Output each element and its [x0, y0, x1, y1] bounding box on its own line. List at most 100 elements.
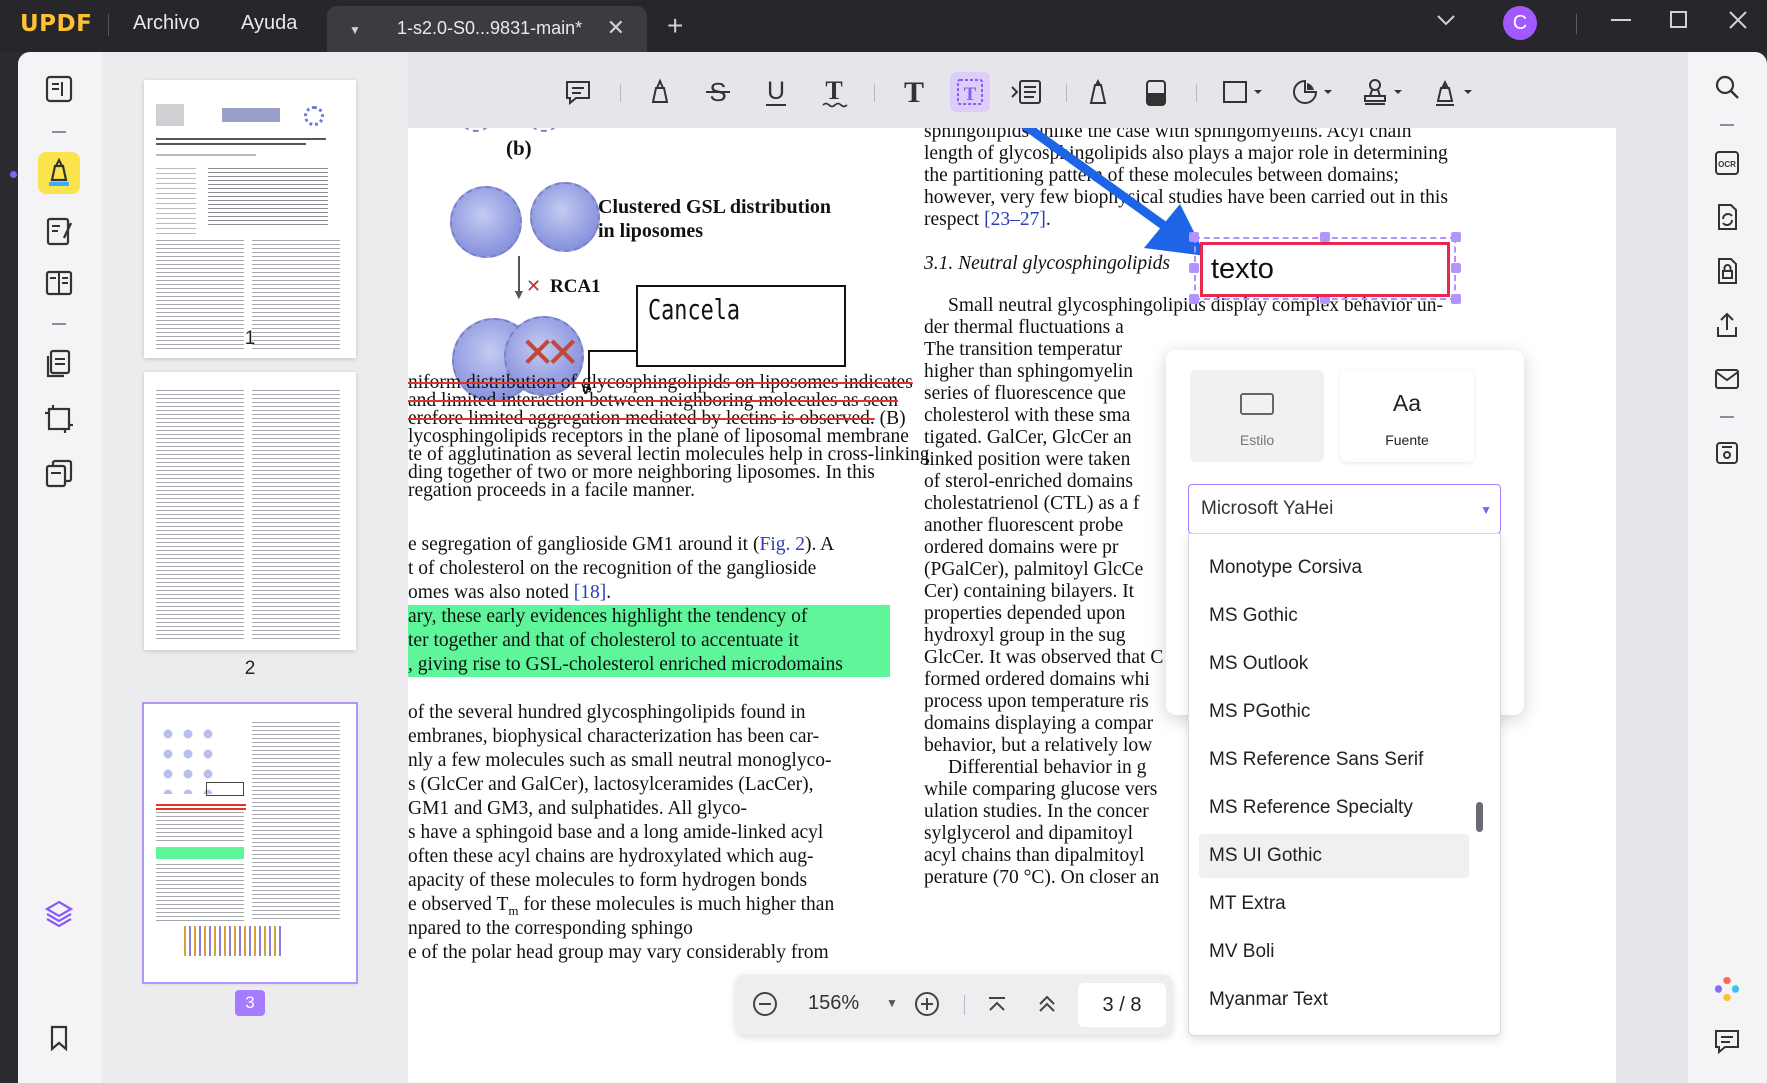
- comments-panel-button[interactable]: [1708, 1022, 1746, 1060]
- text-span: .: [606, 582, 612, 603]
- resize-handle[interactable]: [1451, 294, 1461, 304]
- resize-handle[interactable]: [1451, 263, 1461, 273]
- figure-liposome-partial: [458, 128, 494, 132]
- squiggly-tool[interactable]: T: [814, 72, 854, 112]
- callout-annotation-box[interactable]: Cancela: [636, 285, 846, 367]
- thumb-line: [156, 154, 256, 156]
- first-page-button[interactable]: [982, 989, 1012, 1019]
- thumb-mark: [304, 106, 324, 126]
- text-callout-tool[interactable]: [1006, 72, 1046, 112]
- font-option[interactable]: MS PGothic: [1199, 690, 1469, 734]
- text-line: domains displaying a compar: [924, 713, 1154, 734]
- current-page[interactable]: 3: [1103, 994, 1114, 1016]
- menu-file[interactable]: Archivo: [133, 12, 200, 35]
- ocr-button[interactable]: OCR: [1708, 144, 1746, 182]
- textbox-text[interactable]: texto: [1211, 253, 1274, 286]
- pencil-tool[interactable]: [1078, 72, 1118, 112]
- text-line: nly a few molecules such as small neutra…: [408, 750, 832, 771]
- ai-assistant-icon: [1715, 977, 1739, 1001]
- first-page-icon: [989, 997, 1005, 1011]
- resize-handle[interactable]: [1189, 263, 1199, 273]
- tab-font[interactable]: Aa Fuente: [1340, 370, 1474, 462]
- reference-link[interactable]: [18]: [574, 582, 607, 603]
- menu-help[interactable]: Ayuda: [241, 12, 297, 35]
- bookmarks-button[interactable]: [38, 1017, 80, 1059]
- share-button[interactable]: [1708, 306, 1746, 344]
- email-button[interactable]: [1708, 360, 1746, 398]
- comment-tool[interactable]: [558, 72, 598, 112]
- nav-separator: [964, 995, 965, 1015]
- shape-tool[interactable]: [1216, 72, 1268, 112]
- textbox-tool[interactable]: T: [950, 72, 990, 112]
- thumbnail-page-1[interactable]: [144, 80, 356, 358]
- font-option[interactable]: Myanmar Text: [1199, 978, 1469, 1022]
- comment-mode-button[interactable]: [38, 152, 80, 194]
- minimize-button[interactable]: [1609, 8, 1633, 38]
- protect-button[interactable]: [1708, 252, 1746, 290]
- strikethrough-tool[interactable]: S: [698, 72, 738, 112]
- search-button[interactable]: [1708, 68, 1746, 106]
- zoom-level[interactable]: 156%: [808, 992, 859, 1015]
- zoom-in-button[interactable]: [912, 989, 942, 1019]
- stamp-tool[interactable]: [1356, 72, 1408, 112]
- font-option[interactable]: MS Outlook: [1199, 642, 1469, 686]
- underline-tool[interactable]: U: [756, 72, 796, 112]
- highlighted-text-line[interactable]: ter together and that of cholesterol to …: [408, 629, 890, 654]
- text-line: of the several hundred glycosphingolipid…: [408, 702, 806, 723]
- reader-mode-button[interactable]: [38, 68, 80, 110]
- font-option[interactable]: MV Boli: [1199, 930, 1469, 974]
- text-tool[interactable]: T: [894, 72, 934, 112]
- close-window-button[interactable]: [1726, 8, 1750, 38]
- resize-handle[interactable]: [1451, 232, 1461, 242]
- thumb-figure-membrane: [184, 926, 284, 956]
- document-tab[interactable]: ▼ 1-s2.0-S0...9831-main* ✕: [327, 6, 647, 52]
- resize-handle[interactable]: [1189, 232, 1199, 242]
- new-tab-button[interactable]: +: [667, 10, 683, 42]
- tabs-overflow-chevron-icon[interactable]: [1436, 10, 1456, 33]
- textbox-icon: T: [957, 79, 983, 105]
- organize-pages-button[interactable]: [38, 342, 80, 384]
- highlight-tool[interactable]: [640, 72, 680, 112]
- font-option[interactable]: MS Reference Sans Serif: [1199, 738, 1469, 782]
- crop-button[interactable]: [38, 398, 80, 440]
- highlighted-text-line[interactable]: ary, these early evidences highlight the…: [408, 605, 890, 630]
- figure-link[interactable]: Fig. 2: [759, 534, 805, 555]
- font-option[interactable]: MS Reference Specialty: [1199, 786, 1469, 830]
- tab-style[interactable]: Estilo: [1190, 370, 1324, 462]
- ai-assistant-button[interactable]: [1708, 970, 1746, 1008]
- layers-button[interactable]: [38, 892, 80, 934]
- user-avatar[interactable]: C: [1503, 6, 1537, 40]
- form-mode-button[interactable]: [38, 262, 80, 304]
- save-button[interactable]: [1708, 434, 1746, 472]
- edit-pdf-button[interactable]: [38, 210, 80, 252]
- subscript-span: m: [508, 902, 519, 918]
- text-line: formed ordered domains whi: [924, 669, 1150, 690]
- text-line: series of fluorescence que: [924, 383, 1126, 404]
- font-option[interactable]: MT Extra: [1199, 882, 1469, 926]
- resize-handle[interactable]: [1189, 294, 1199, 304]
- font-list-scrollbar[interactable]: [1476, 802, 1483, 832]
- highlighted-text-line[interactable]: , giving rise to GSL-cholesterol enriche…: [408, 653, 890, 678]
- callout-annotation-text[interactable]: Cancela: [648, 293, 740, 326]
- convert-button[interactable]: [1708, 198, 1746, 236]
- zoom-dropdown-icon[interactable]: ▼: [886, 996, 898, 1010]
- page-tools-button[interactable]: [38, 452, 80, 494]
- resize-handle[interactable]: [1320, 232, 1330, 242]
- tab-close-icon[interactable]: ✕: [607, 15, 625, 41]
- tab-dropdown-icon[interactable]: ▼: [349, 23, 361, 37]
- previous-page-button[interactable]: [1032, 989, 1062, 1019]
- font-option[interactable]: Monotype Corsiva: [1199, 546, 1469, 590]
- thumbnail-page-2[interactable]: [144, 372, 356, 650]
- page-number-field[interactable]: 3 / 8: [1078, 983, 1166, 1027]
- font-family-select[interactable]: Microsoft YaHei ▼: [1188, 484, 1501, 534]
- thumbnail-page-3[interactable]: [142, 702, 358, 984]
- zoom-out-button[interactable]: [750, 989, 780, 1019]
- font-option[interactable]: MS Gothic: [1199, 594, 1469, 638]
- sticker-tool[interactable]: [1286, 72, 1338, 112]
- font-option-hovered[interactable]: MS UI Gothic: [1199, 834, 1469, 878]
- signature-tool[interactable]: [1426, 72, 1478, 112]
- textbox-annotation[interactable]: texto: [1200, 242, 1450, 297]
- maximize-button[interactable]: [1667, 8, 1691, 38]
- eraser-tool[interactable]: [1136, 72, 1176, 112]
- svg-text:T: T: [825, 76, 842, 105]
